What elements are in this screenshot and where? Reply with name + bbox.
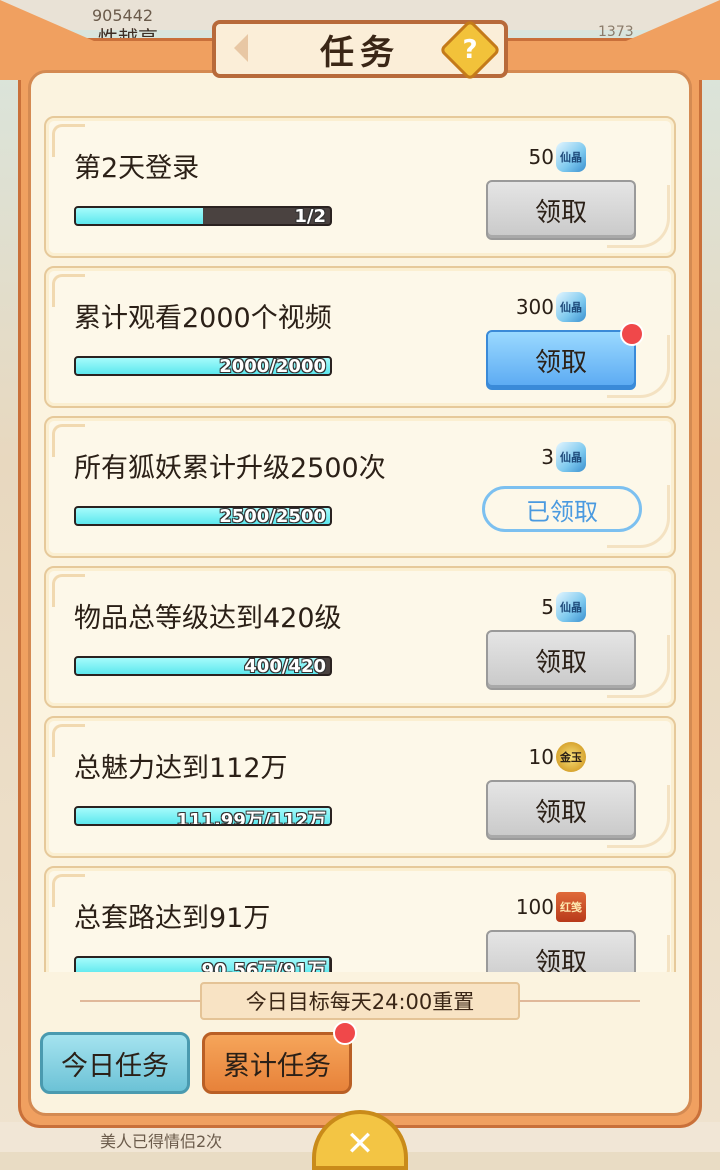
- notification-badge: [620, 322, 644, 346]
- task-progress-text: 2500/2500: [219, 506, 326, 526]
- gem-icon: 仙晶: [556, 442, 586, 472]
- task-reward: 100 红笺: [516, 892, 586, 922]
- reward-count: 300: [515, 295, 554, 319]
- task-progress-fill: [76, 208, 203, 224]
- task-title: 累计观看2000个视频: [74, 303, 332, 334]
- gem-icon: 仙晶: [556, 292, 586, 322]
- reward-count: 3: [541, 445, 554, 469]
- task-progress-bar: 400/420: [74, 656, 332, 676]
- task-progress-text: 2000/2000: [219, 356, 326, 376]
- reward-count: 5: [541, 595, 554, 619]
- task-progress-text: 1/2: [294, 206, 326, 226]
- divider-left: [80, 1000, 200, 1002]
- task-progress-text: 111.99万/112万: [176, 810, 326, 826]
- claim-button[interactable]: 领取: [486, 630, 636, 690]
- task-card: 物品总等级达到420级 400/420 5 仙晶 领取: [44, 566, 676, 708]
- task-reward: 300 仙晶: [516, 292, 586, 322]
- reward-count: 10: [528, 745, 554, 769]
- claim-button-label: 领取: [534, 347, 587, 378]
- task-list[interactable]: 第2天登录 1/2 50 仙晶 领取 累计观看2000个视频 2000/2000…: [44, 116, 676, 972]
- claim-button[interactable]: 领取: [486, 180, 636, 240]
- reward-count: 100: [515, 895, 554, 919]
- reward-count: 50: [528, 145, 554, 169]
- task-card: 总套路达到91万 90.56万/91万 100 红笺 领取: [44, 866, 676, 972]
- task-card: 所有狐妖累计升级2500次 2500/2500 3 仙晶 已领取: [44, 416, 676, 558]
- divider-right: [520, 1000, 640, 1002]
- background-bottom-text: 美人已得情侣2次: [100, 1132, 223, 1151]
- reset-notice: 今日目标每天24:00重置: [200, 982, 520, 1020]
- envelope-icon: 红笺: [556, 892, 586, 922]
- notification-badge: [333, 1021, 357, 1045]
- tab-cumulative-tasks[interactable]: 累计任务: [202, 1021, 357, 1094]
- page-title: 任务: [320, 32, 400, 73]
- claim-button[interactable]: 领取: [486, 930, 636, 972]
- task-title: 第2天登录: [74, 153, 200, 184]
- task-progress-bar: 90.56万/91万: [74, 956, 332, 972]
- task-reward: 3 仙晶: [541, 442, 586, 472]
- gem-icon: 仙晶: [556, 142, 586, 172]
- task-progress-text: 400/420: [244, 656, 326, 676]
- task-progress-text: 90.56万/91万: [201, 960, 326, 972]
- task-title: 总魅力达到112万: [74, 753, 288, 784]
- task-progress-bar: 2500/2500: [74, 506, 332, 526]
- question-icon: ?: [462, 35, 478, 65]
- tab-today-tasks[interactable]: 今日任务: [40, 1032, 190, 1094]
- title-arrow-icon: [234, 34, 248, 62]
- task-progress-bar: 111.99万/112万: [74, 806, 332, 826]
- task-title: 总套路达到91万: [74, 903, 271, 934]
- tab-cumulative-label: 累计任务: [223, 1050, 331, 1082]
- task-reward: 5 仙晶: [541, 592, 586, 622]
- claimed-status: 已领取: [482, 486, 642, 532]
- task-card: 第2天登录 1/2 50 仙晶 领取: [44, 116, 676, 258]
- task-reward: 10 金玉: [529, 742, 586, 772]
- task-title: 所有狐妖累计升级2500次: [74, 453, 386, 484]
- close-icon: ✕: [345, 1124, 375, 1164]
- claim-button[interactable]: 领取: [486, 780, 636, 840]
- task-reward: 50 仙晶: [529, 142, 586, 172]
- task-progress-bar: 1/2: [74, 206, 332, 226]
- task-progress-bar: 2000/2000: [74, 356, 332, 376]
- gem-icon: 仙晶: [556, 592, 586, 622]
- claim-button[interactable]: 领取: [486, 322, 644, 390]
- task-card: 累计观看2000个视频 2000/2000 300 仙晶 领取: [44, 266, 676, 408]
- coin-icon: 金玉: [556, 742, 586, 772]
- task-title: 物品总等级达到420级: [74, 603, 342, 634]
- task-card: 总魅力达到112万 111.99万/112万 10 金玉 领取: [44, 716, 676, 858]
